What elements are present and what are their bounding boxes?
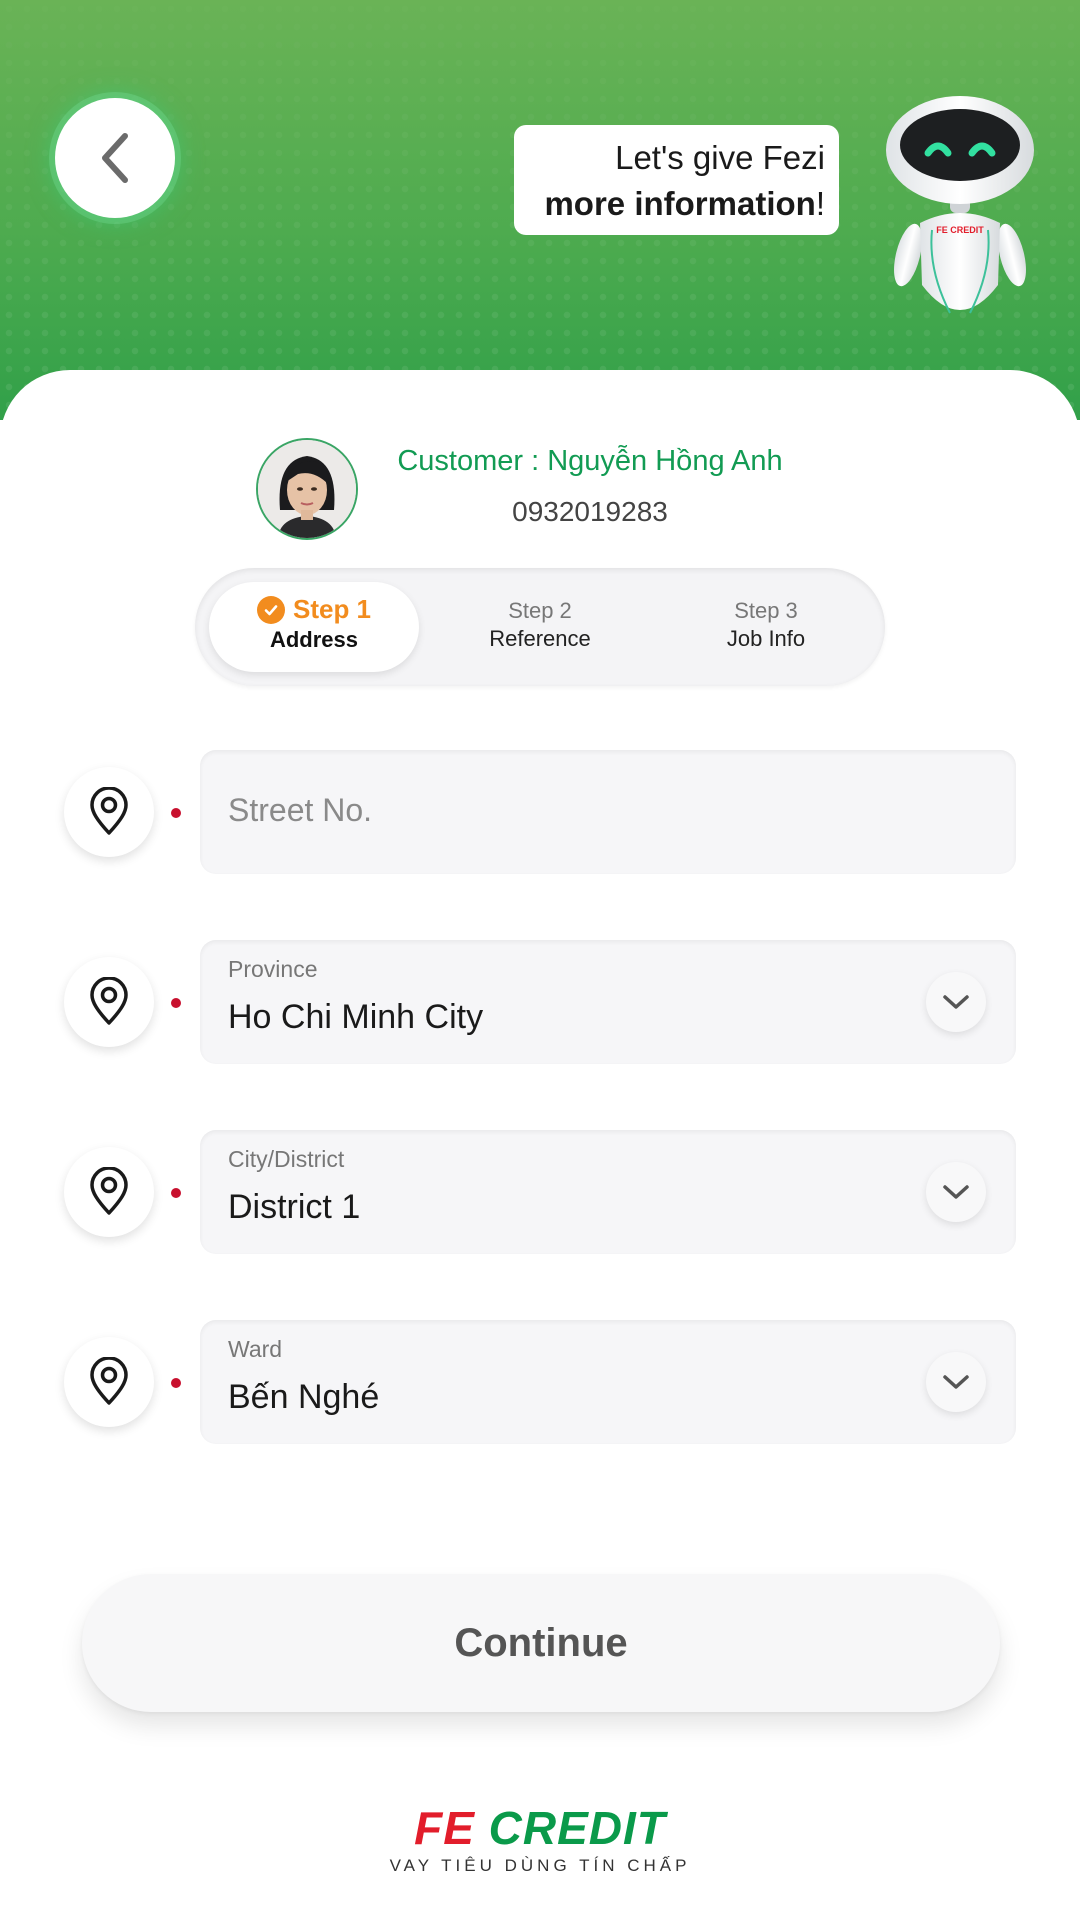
district-label: City/District — [228, 1146, 345, 1172]
street-no-input[interactable]: Street No. — [200, 750, 1016, 874]
customer-photo-icon — [258, 440, 356, 538]
step-progress: Step 1 Address Step 2 Reference Step 3 J… — [195, 568, 885, 686]
required-dot — [171, 998, 181, 1008]
required-dot — [171, 1188, 181, 1198]
required-dot — [171, 1378, 181, 1388]
step-3-number: Step 3 — [734, 598, 798, 623]
fe-credit-logo: FE CREDIT VAY TIÊU DÙNG TÍN CHẤP — [370, 1802, 710, 1882]
ward-row: Ward Bến Nghé — [0, 1320, 1080, 1444]
logo-credit: CREDIT — [488, 1802, 666, 1854]
continue-button[interactable]: Continue — [82, 1574, 1000, 1712]
bubble-line-1: Let's give Fezi — [615, 139, 825, 176]
speech-bubble: Let's give Fezi more information! — [514, 125, 839, 235]
customer-phone: 0932019283 — [512, 496, 668, 527]
step-1-title: Address — [269, 627, 359, 652]
location-pin-icon — [64, 957, 154, 1047]
province-select[interactable]: Province Ho Chi Minh City — [200, 940, 1016, 1064]
street-row: Street No. — [0, 750, 1080, 874]
bubble-end-text: ! — [815, 185, 825, 222]
step-3-tab[interactable]: Step 3 Job Info — [661, 582, 871, 672]
chevron-down-icon[interactable] — [926, 972, 986, 1032]
step-2-number: Step 2 — [508, 598, 572, 623]
bubble-bold-text: more information — [544, 185, 816, 222]
province-value: Ho Chi Minh City — [228, 998, 484, 1036]
step-2-title: Reference — [489, 626, 591, 651]
ward-value: Bến Nghé — [228, 1378, 380, 1416]
district-select[interactable]: City/District District 1 — [200, 1130, 1016, 1254]
step-1-tab[interactable]: Step 1 Address — [209, 582, 419, 672]
step-3-title: Job Info — [726, 626, 806, 651]
step-2-tab[interactable]: Step 2 Reference — [435, 582, 645, 672]
ward-select[interactable]: Ward Bến Nghé — [200, 1320, 1016, 1444]
logo-fe: FE — [414, 1802, 475, 1854]
location-pin-icon — [64, 1337, 154, 1427]
check-icon — [256, 595, 285, 624]
step-1-number: Step 1 — [292, 594, 372, 624]
avatar — [256, 438, 358, 540]
customer-name: Customer : Nguyễn Hồng Anh — [397, 445, 783, 477]
header-banner: Let's give Fezi more information! FE CRE… — [0, 0, 1080, 420]
robot-mascot-icon: FE CREDIT — [886, 96, 1034, 314]
bubble-line-2: more information! — [514, 181, 825, 227]
ward-label: Ward — [228, 1336, 283, 1362]
logo-mark: FE CREDIT — [370, 1802, 710, 1854]
district-value: District 1 — [228, 1188, 361, 1226]
location-pin-icon — [64, 767, 154, 857]
street-no-placeholder: Street No. — [228, 792, 373, 828]
chevron-left-icon — [102, 133, 128, 183]
province-row: Province Ho Chi Minh City — [0, 940, 1080, 1064]
province-label: Province — [228, 956, 318, 982]
chevron-down-icon[interactable] — [926, 1352, 986, 1412]
robot-badge: FE CREDIT — [936, 225, 984, 235]
back-button[interactable] — [55, 98, 175, 218]
step-1-number-row: Step 1 — [209, 594, 419, 625]
location-pin-icon — [64, 1147, 154, 1237]
district-row: City/District District 1 — [0, 1130, 1080, 1254]
required-dot — [171, 808, 181, 818]
logo-tagline: VAY TIÊU DÙNG TÍN CHẤP — [389, 1856, 691, 1875]
chevron-down-icon[interactable] — [926, 1162, 986, 1222]
